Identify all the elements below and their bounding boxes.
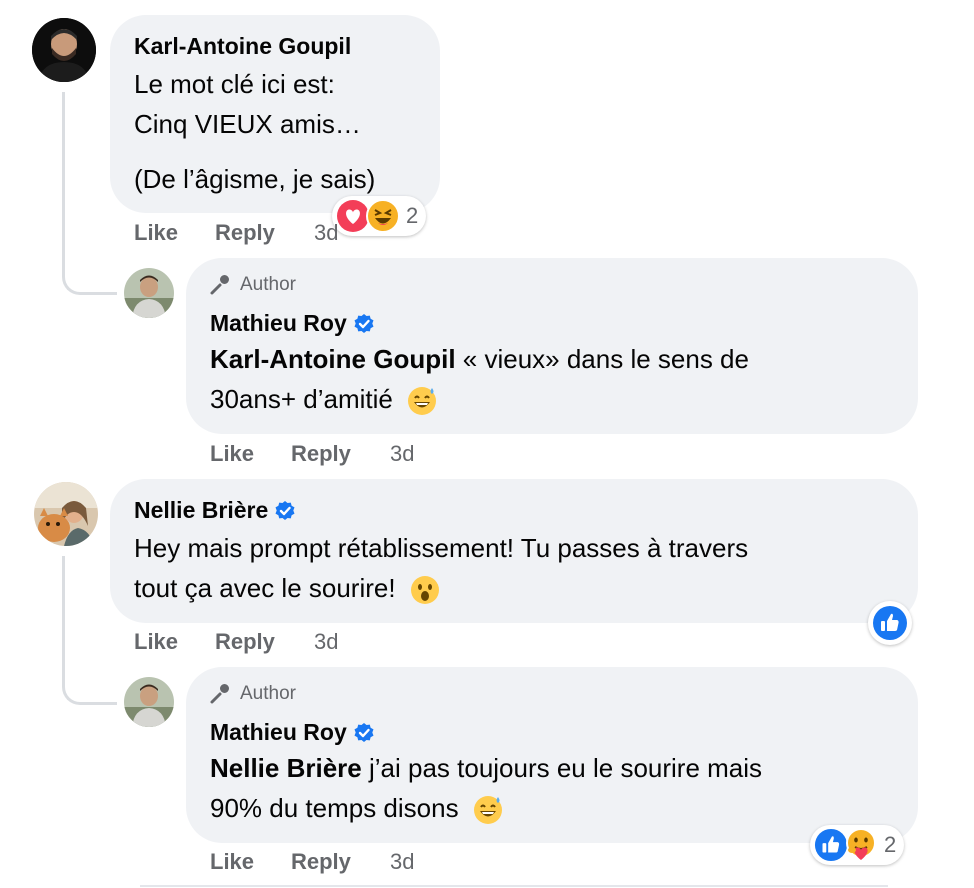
comment-author: Mathieu Roy: [210, 719, 375, 746]
reaction-summary[interactable]: [868, 601, 912, 645]
comment-author-name[interactable]: Mathieu Roy: [210, 310, 347, 337]
haha-reaction-icon: [366, 199, 400, 233]
verified-badge-icon: [354, 722, 374, 742]
reply-text: 30ans+ d’amitié: [210, 384, 393, 414]
reply-text: j’ai pas toujours eu le sourire mais: [361, 753, 763, 783]
author-label: Author: [240, 683, 296, 704]
comment-author[interactable]: Karl-Antoine Goupil: [134, 33, 351, 60]
comment-author: Mathieu Roy: [210, 310, 375, 337]
reaction-summary[interactable]: 2: [332, 196, 427, 236]
grinning-sweat-emoji-icon: [408, 387, 437, 416]
like-button[interactable]: Like: [134, 629, 178, 655]
divider: [140, 885, 888, 887]
like-reaction-icon: [814, 828, 848, 862]
reply-text-line: 90% du temps disons: [210, 789, 504, 827]
avatar[interactable]: [32, 18, 96, 82]
reaction-summary[interactable]: 2: [810, 825, 905, 865]
verified-badge-icon: [354, 313, 374, 333]
reply-text-line: Karl-Antoine Goupil « vieux» dans le sen…: [210, 340, 749, 378]
comment-text: tout ça avec le sourire!: [134, 573, 396, 603]
comment-timestamp[interactable]: 3d: [314, 220, 338, 246]
reply-bubble: Author Mathieu Roy Nellie Brière j’ai pa…: [186, 667, 918, 843]
avatar[interactable]: [34, 482, 98, 546]
comment-text-line: Le mot clé ici est:: [134, 69, 335, 99]
reply-text: « vieux» dans le sens de: [455, 344, 749, 374]
reply-button[interactable]: Reply: [215, 629, 275, 655]
reply-text-line: 30ans+ d’amitié: [210, 380, 438, 418]
like-button[interactable]: Like: [210, 849, 254, 875]
comment-author: Nellie Brière: [134, 497, 296, 524]
thread-line: [62, 556, 117, 705]
thread-line: [62, 92, 117, 295]
comment-text-line: (De l’âgisme, je sais): [134, 164, 376, 194]
reply-button[interactable]: Reply: [291, 849, 351, 875]
comment-author-name[interactable]: Nellie Brière: [134, 497, 268, 524]
microphone-icon: [210, 684, 229, 704]
comment-text-line: Cinq VIEUX amis…: [134, 109, 361, 139]
care-reaction-icon: [846, 828, 876, 860]
author-badge: Author: [208, 273, 296, 297]
comment-timestamp[interactable]: 3d: [314, 629, 338, 655]
reply-button[interactable]: Reply: [215, 220, 275, 246]
like-button[interactable]: Like: [210, 441, 254, 467]
author-label: Author: [240, 274, 296, 295]
microphone-icon: [210, 275, 229, 295]
reply-text-line: Nellie Brière j’ai pas toujours eu le so…: [210, 749, 762, 787]
author-badge: Author: [208, 682, 296, 706]
love-reaction-icon: [337, 200, 369, 232]
comment-timestamp[interactable]: 3d: [390, 849, 414, 875]
reply-bubble: Author Mathieu Roy Karl-Antoine Goupil «…: [186, 258, 918, 434]
reply-text: 90% du temps disons: [210, 793, 459, 823]
comment-author-name[interactable]: Mathieu Roy: [210, 719, 347, 746]
comment-text-line: Hey mais prompt rétablissement! Tu passe…: [134, 533, 749, 563]
reaction-count: 2: [406, 203, 419, 228]
reply-button[interactable]: Reply: [291, 441, 351, 467]
avatar[interactable]: [124, 268, 174, 318]
mention-link[interactable]: Nellie Brière: [210, 753, 362, 783]
comment-bubble: Nellie Brière Hey mais prompt rétablisse…: [110, 479, 918, 623]
verified-badge-icon: [275, 500, 295, 520]
comment-timestamp[interactable]: 3d: [390, 441, 414, 467]
like-reaction-icon: [873, 606, 907, 640]
reaction-count: 2: [884, 832, 897, 857]
mention-link[interactable]: Karl-Antoine Goupil: [210, 344, 456, 374]
grinning-sweat-emoji-icon: [473, 796, 502, 825]
comment-text-line: tout ça avec le sourire!: [134, 569, 441, 607]
surprised-emoji-icon: [410, 576, 439, 605]
like-button[interactable]: Like: [134, 220, 178, 246]
comment-bubble: Karl-Antoine Goupil Le mot clé ici est: …: [110, 15, 440, 213]
avatar[interactable]: [124, 677, 174, 727]
